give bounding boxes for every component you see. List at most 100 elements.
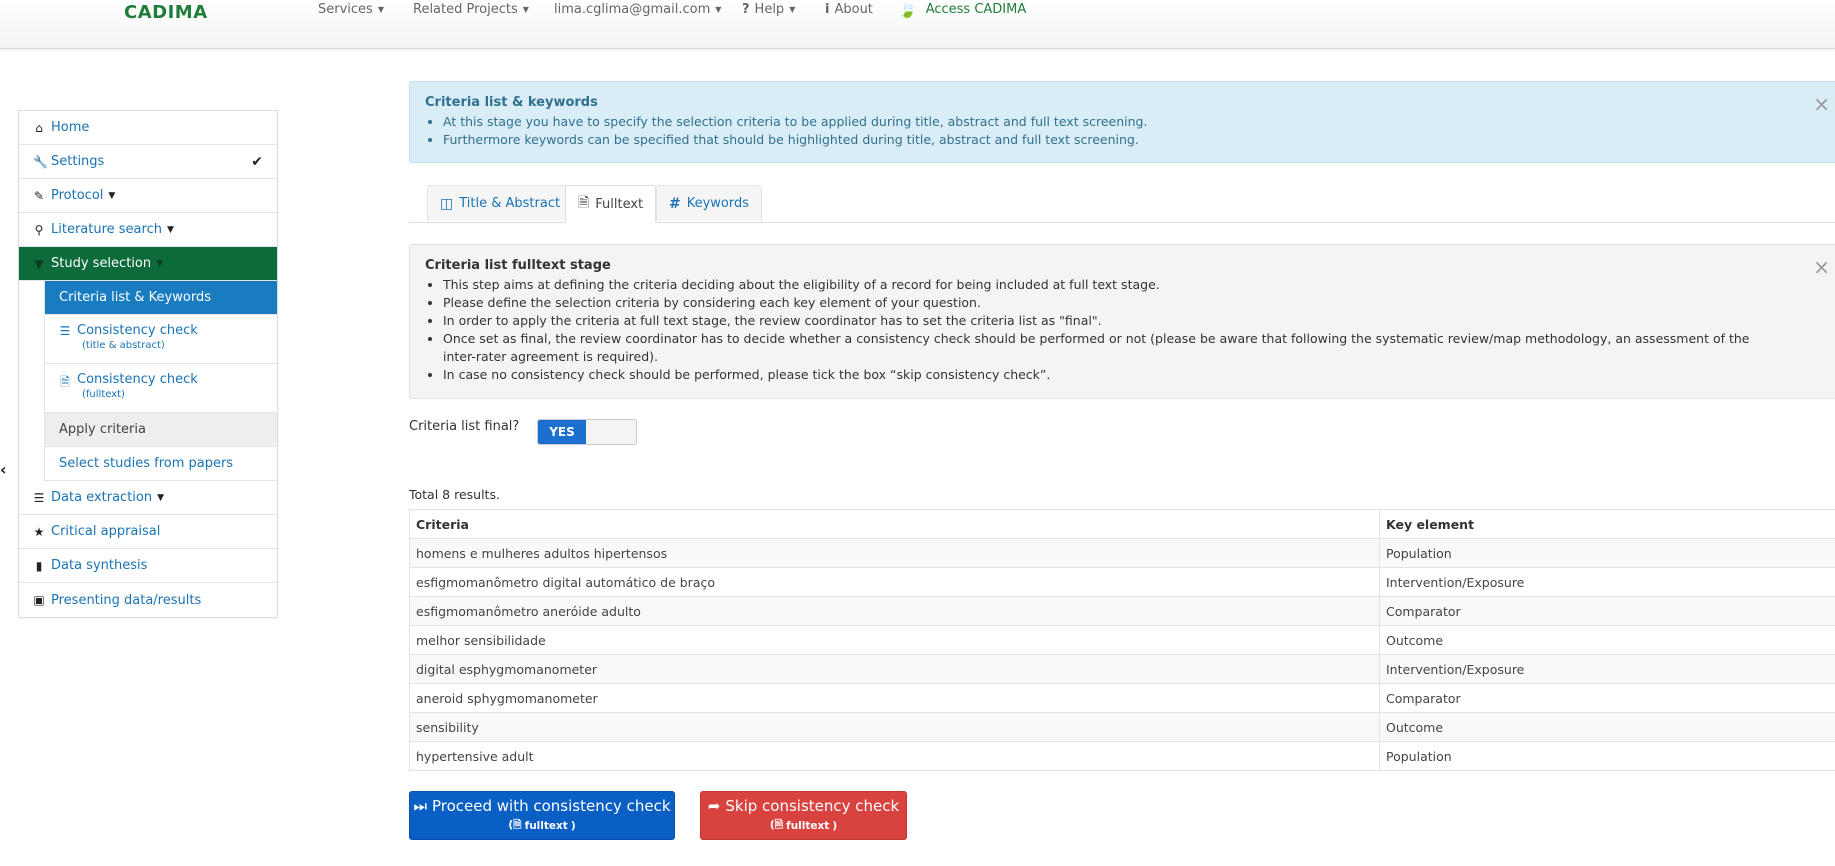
document-icon: 🗎 [60,375,70,389]
column-header-key-element[interactable]: Key element [1379,509,1835,539]
sidebar-subitem-consistency-check-fulltext[interactable]: 🗎 Consistency check (fulltext) [44,364,277,413]
pencil-icon: ✎ [33,188,45,203]
tab-title-abstract[interactable]: ◫ Title & Abstract [427,185,574,221]
info-alert-title: Criteria list & keywords [425,95,598,110]
chevron-down-icon: ▼ [157,492,165,503]
key-element-cell: Outcome [1379,712,1835,742]
chevron-down-icon: ▼ [108,190,116,201]
criteria-cell: digital esphygmomanometer [409,654,1380,684]
hashtag-icon: # [669,195,681,212]
table-row[interactable]: esfigmomanômetro aneróide adulto Comparat… [409,596,1835,626]
share-arrow-icon: ➦ [707,796,721,815]
sidebar-item-label: Apply criteria [59,422,146,437]
results-total: Total 8 results. [409,487,500,502]
sidebar-item-study-selection[interactable]: ▼ Study selection ▼ [19,247,277,281]
nav-access-cadima[interactable]: 🍃 Access CADIMA [898,0,1026,20]
info-alert-line: At this stage you have to specify the se… [443,113,1833,131]
sidebar-item-sublabel: (fulltext) [82,389,125,400]
file-icon: ▮ [35,558,43,573]
proceed-consistency-check-button[interactable]: ⏭ Proceed with consistency check (🗎 full… [409,791,675,840]
sidebar-item-label: Consistency check [77,372,198,387]
table-row[interactable]: hypertensive adult Population [409,741,1835,771]
sidebar-item-label: Data synthesis [51,558,148,573]
key-element-cell: Comparator [1379,683,1835,713]
proceed-button-sublabel: fulltext [524,819,568,832]
tab-fulltext[interactable]: 🗎 Fulltext [565,185,657,223]
close-icon[interactable]: × [1813,92,1830,116]
criteria-cell: sensibility [409,712,1380,742]
key-element-cell: Intervention/Exposure [1379,567,1835,597]
sidebar-item-label: Study selection [51,256,152,271]
sidebar-item-label: Presenting data/results [51,592,202,608]
sidebar-item-home[interactable]: ⌂ Home [19,111,277,145]
nav-services[interactable]: Services ▼ [318,0,384,20]
table-row[interactable]: esfigmomanômetro digital automático de b… [409,567,1835,597]
sidebar-item-label: Criteria list & Keywords [59,290,211,305]
sidebar-item-label: Select studies from papers [59,456,234,471]
sidebar-item-sublabel: (title & abstract) [82,340,165,351]
filter-icon: ▼ [34,256,44,271]
nav-services-label: Services [318,2,373,17]
tab-label: Keywords [686,196,750,211]
collapse-sidebar-icon[interactable]: ‹ [0,460,7,479]
search-icon: ⚲ [34,222,44,237]
table-row[interactable]: sensibility Outcome [409,712,1835,742]
chevron-down-icon: ▼ [166,224,174,235]
skip-consistency-check-button[interactable]: ➦ Skip consistency check (🗎 fulltext ) [700,791,907,840]
stage-alert-line: In case no consistency check should be p… [443,366,1783,384]
sidebar-subitem-select-studies[interactable]: Select studies from papers [44,447,277,481]
columns-icon: ◫ [440,195,454,212]
cadima-logo[interactable]: CADIMA [124,2,208,23]
sidebar-item-protocol[interactable]: ✎ Protocol ▼ [19,179,277,213]
stage-alert-list: This step aims at defining the criteria … [425,276,1783,384]
stage-alert-line: Please define the selection criteria by … [443,294,1783,312]
checkmark-icon: ✔ [251,153,263,170]
table-row[interactable]: melhor sensibilidade Outcome [409,625,1835,655]
stage-alert: Criteria list fulltext stage This step a… [409,244,1835,399]
nav-user-account[interactable]: lima.cglima@gmail.com ▼ [554,0,721,20]
sidebar-item-data-synthesis[interactable]: ▮ Data synthesis [19,549,277,583]
sidebar-item-label: Home [51,120,90,135]
sidebar-subitem-consistency-check-title-abstract[interactable]: ☰ Consistency check (title & abstract) [44,315,277,364]
nav-access-label: Access CADIMA [925,2,1027,17]
tab-keywords[interactable]: # Keywords [656,185,763,221]
nav-help[interactable]: ? Help ▼ [742,0,795,20]
nav-about[interactable]: i About [825,0,873,20]
key-element-cell: Comparator [1379,596,1835,626]
nav-about-label: About [834,2,873,17]
nav-related-projects[interactable]: Related Projects ▼ [413,0,529,20]
criteria-final-toggle[interactable]: YES [537,419,637,445]
fast-forward-icon: ⏭ [413,796,427,815]
sidebar-item-critical-appraisal[interactable]: ★ Critical appraisal [19,515,277,549]
sidebar-item-settings[interactable]: 🔧 Settings ✔ [19,145,277,179]
skip-button-sublabel: fulltext [786,819,830,832]
stage-tabs: ◫ Title & Abstract 🗎 Fulltext # Keywords [409,185,1835,223]
column-header-criteria[interactable]: Criteria [409,509,1380,539]
sidebar-item-literature-search[interactable]: ⚲ Literature search ▼ [19,213,277,247]
caret-down-icon: ▼ [789,5,796,14]
close-icon[interactable]: × [1813,255,1830,279]
list-icon: ☰ [33,490,45,505]
table-row[interactable]: aneroid sphygmomanometer Comparator [409,683,1835,713]
info-alert: Criteria list & keywords At this stage y… [409,81,1835,163]
info-alert-list: At this stage you have to specify the se… [425,113,1833,149]
sidebar-subitem-apply-criteria[interactable]: Apply criteria [44,413,277,447]
sidebar: ⌂ Home 🔧 Settings ✔ ✎ Protocol ▼ ⚲ Liter… [18,110,278,618]
caret-down-icon: ▼ [377,5,384,14]
question-icon: ? [742,2,750,17]
toggle-yes-label: YES [538,420,586,444]
info-alert-line: Furthermore keywords can be specified th… [443,131,1833,149]
criteria-cell: esfigmomanômetro digital automático de b… [409,567,1380,597]
leaf-icon: 🍃 [898,1,917,19]
sidebar-item-data-extraction[interactable]: ☰ Data extraction ▼ [19,481,277,515]
document-icon: 🗎 [578,195,590,211]
sidebar-item-presenting-data[interactable]: ▣ Presenting data/results [19,583,277,617]
sidebar-subitem-criteria-list[interactable]: Criteria list & Keywords [44,281,277,315]
nav-related-projects-label: Related Projects [413,2,518,17]
criteria-cell: aneroid sphygmomanometer [409,683,1380,713]
sidebar-item-label: Data extraction [51,490,153,505]
proceed-button-label: Proceed with consistency check [431,796,671,815]
table-row[interactable]: homens e mulheres adultos hipertensos Pop… [409,538,1835,568]
paren-close: ) [570,819,576,832]
table-row[interactable]: digital esphygmomanometer Intervention/Ex… [409,654,1835,684]
